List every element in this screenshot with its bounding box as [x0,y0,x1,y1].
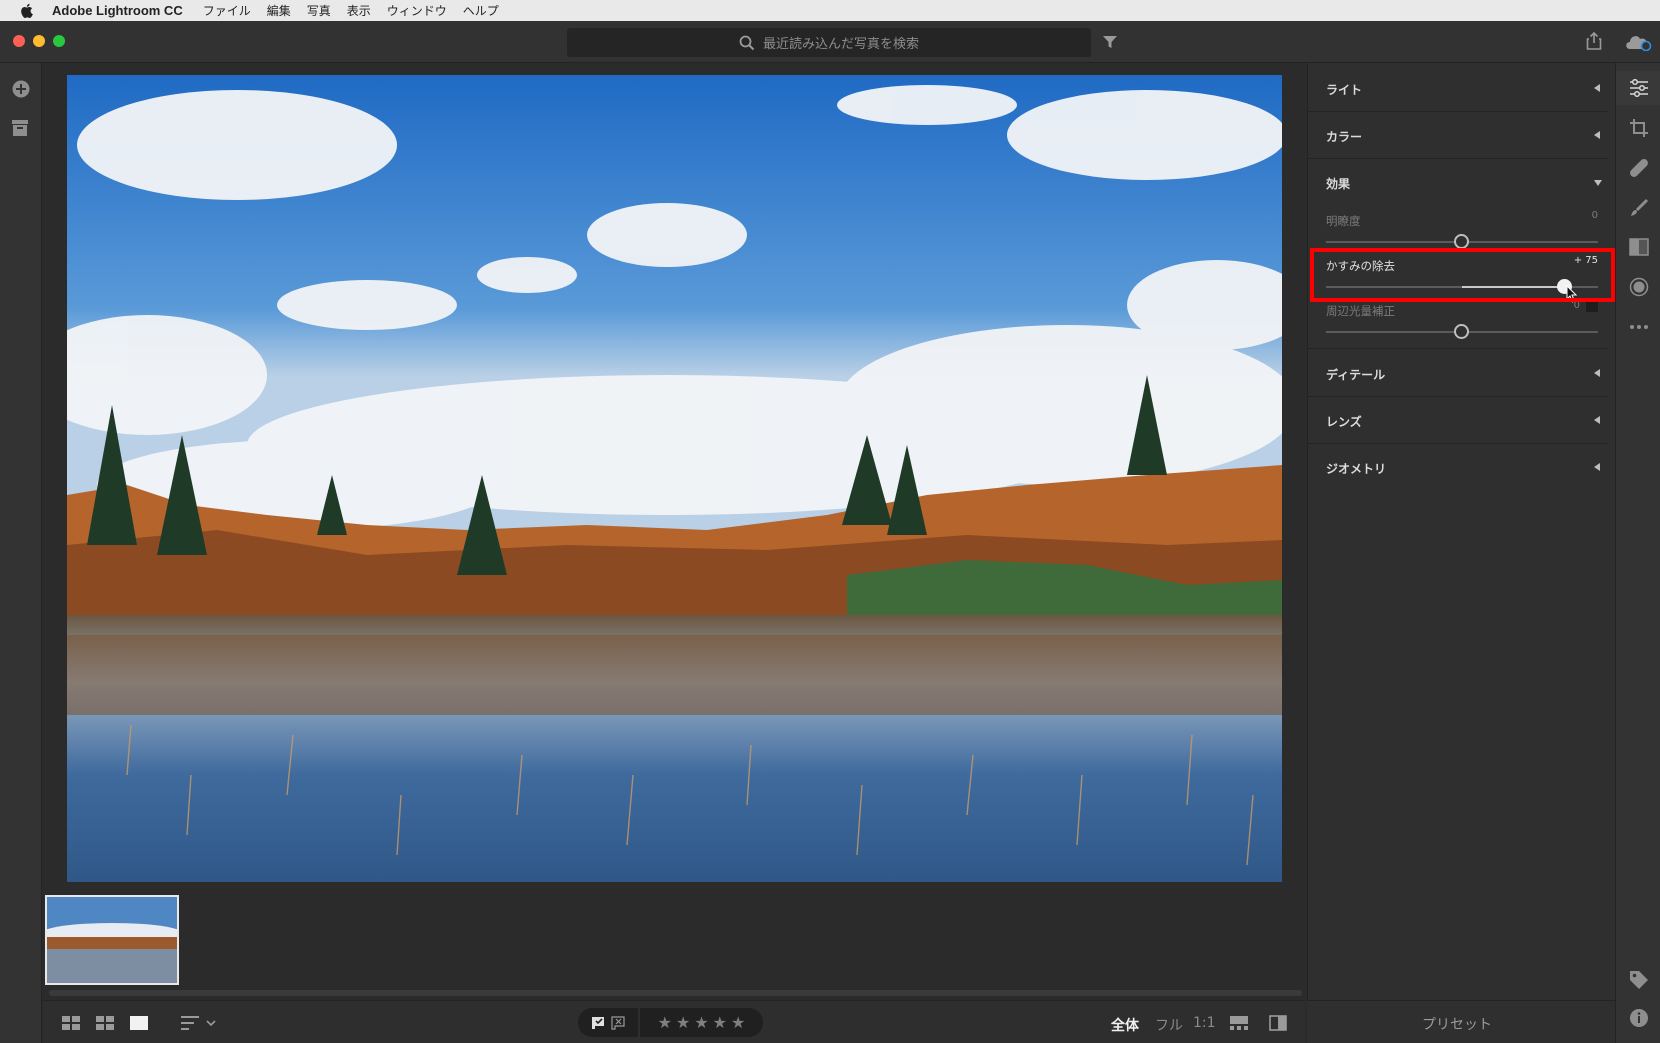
brush-icon[interactable] [1629,198,1649,222]
collapse-arrow-icon [1594,84,1600,92]
collapse-arrow-icon [1594,131,1600,139]
presets-bar: プリセット [1307,1000,1615,1043]
star-5[interactable]: ★ [731,1013,745,1032]
reject-flag-icon[interactable] [611,1016,625,1030]
star-1[interactable]: ★ [658,1013,672,1032]
search-icon [739,35,755,50]
filmstrip-toggle-icon[interactable] [1230,1015,1248,1034]
menu-view[interactable]: 表示 [347,2,371,19]
main-photo-preview[interactable] [67,75,1282,882]
zoom-window-button[interactable] [53,35,65,47]
before-after-icon[interactable] [1269,1015,1287,1035]
vignette-knob[interactable] [1454,324,1469,339]
dehaze-highlight-box [1310,248,1615,302]
collapse-arrow-icon [1594,416,1600,424]
star-3[interactable]: ★ [694,1013,708,1032]
zoom-fit-button[interactable]: 全体 [1111,1015,1139,1035]
bottom-toolbar: ★ ★ ★ ★ ★ 全体 フル 1:1 [43,1000,1305,1043]
pick-flag-icon[interactable] [591,1016,605,1030]
search-placeholder: 最近読み込んだ写真を検索 [762,37,919,52]
edit-sliders-icon[interactable] [1629,78,1649,101]
close-window-button[interactable] [13,35,25,47]
vignette-label: 周辺光量補正 [1326,304,1395,318]
more-icon[interactable] [1629,315,1649,334]
star-2[interactable]: ★ [676,1013,690,1032]
section-effects-label: 効果 [1326,177,1351,191]
search-input[interactable]: 最近読み込んだ写真を検索 [567,28,1091,57]
radial-gradient-icon[interactable] [1629,277,1649,301]
menu-window[interactable]: ウィンドウ [387,2,447,19]
minimize-window-button[interactable] [33,35,45,47]
tag-icon[interactable] [1629,970,1649,994]
filmstrip-thumbnail[interactable] [45,895,179,985]
section-light-label: ライト [1326,83,1363,97]
star-rating[interactable]: ★ ★ ★ ★ ★ [640,1008,763,1037]
expand-arrow-icon [1594,180,1602,186]
title-bar: 最近読み込んだ写真を検索 [0,21,1660,63]
menu-help[interactable]: ヘルプ [463,2,499,19]
square-grid-view-icon[interactable] [62,1015,80,1034]
zoom-1to1-button[interactable]: 1:1 [1193,1015,1216,1031]
right-tool-rail [1615,63,1660,1043]
section-lens[interactable]: レンズ [1308,397,1608,444]
library-icon[interactable] [11,119,29,141]
clarity-knob[interactable] [1454,234,1469,249]
flag-filter[interactable] [578,1008,638,1037]
info-icon[interactable] [1629,1008,1649,1032]
menu-photo[interactable]: 写真 [307,2,331,19]
share-icon[interactable] [1586,31,1602,54]
collapse-arrow-icon [1594,463,1600,471]
menu-edit[interactable]: 編集 [267,2,291,19]
crop-icon[interactable] [1629,118,1649,142]
sort-icon[interactable] [181,1015,217,1034]
app-name-menu[interactable]: Adobe Lightroom CC [52,3,183,18]
menu-file[interactable]: ファイル [203,2,251,19]
add-photos-icon[interactable] [11,79,31,103]
clarity-slider[interactable]: 明瞭度 0 [1326,210,1598,249]
section-color-label: カラー [1326,130,1363,144]
filter-icon[interactable] [1103,34,1117,53]
section-light[interactable]: ライト [1308,65,1608,112]
linear-gradient-icon[interactable] [1629,238,1649,260]
vignette-slider[interactable]: 周辺光量補正 0 [1326,300,1598,339]
cloud-sync-icon[interactable] [1624,33,1652,55]
section-geometry[interactable]: ジオメトリ [1308,444,1608,491]
section-lens-label: レンズ [1326,415,1362,429]
filmstrip [43,890,1305,992]
section-geometry-label: ジオメトリ [1326,462,1387,476]
collapse-arrow-icon [1594,369,1600,377]
menu-bar: Adobe Lightroom CC ファイル 編集 写真 表示 ウィンドウ ヘ… [0,0,1660,21]
filmstrip-scrollbar[interactable] [49,990,1302,996]
apple-icon[interactable] [18,3,34,19]
clarity-value[interactable]: 0 [1592,210,1598,221]
section-color[interactable]: カラー [1308,112,1608,159]
section-detail-label: ディテール [1326,368,1386,382]
detail-view-icon[interactable] [130,1015,148,1034]
zoom-fill-button[interactable]: フル [1155,1015,1183,1035]
healing-icon[interactable] [1629,158,1649,182]
edit-panel: ライト カラー 効果 明瞭度 0 かすみの除去 + 75 周辺光量補正 0 ディ… [1307,63,1615,1000]
section-detail[interactable]: ディテール [1308,350,1608,397]
star-4[interactable]: ★ [713,1013,727,1032]
clarity-label: 明瞭度 [1326,214,1361,228]
presets-button[interactable]: プリセット [1307,1014,1607,1034]
left-rail [0,63,42,1043]
photo-grid-view-icon[interactable] [96,1015,114,1034]
